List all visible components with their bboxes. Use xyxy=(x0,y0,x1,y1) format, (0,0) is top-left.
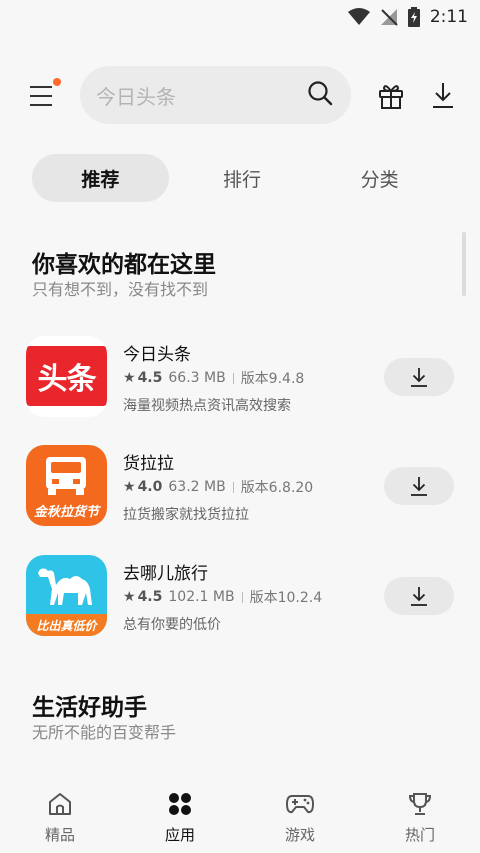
gamepad-icon xyxy=(286,790,314,818)
nav-label: 应用 xyxy=(164,826,195,844)
tab-categories[interactable]: 分类 xyxy=(311,154,448,202)
star-icon: ★ xyxy=(123,589,136,605)
app-description: 拉货搬家就找货拉拉 xyxy=(123,507,249,523)
qunar-app-icon[interactable]: 比出真低价 xyxy=(26,555,107,636)
battery-charging-icon xyxy=(407,7,420,27)
app-rating: 4.0 xyxy=(137,479,163,495)
download-button[interactable] xyxy=(384,467,454,505)
app-icon-text: 金秋拉货节 xyxy=(33,505,99,520)
gift-icon xyxy=(379,85,403,109)
nav-label: 热门 xyxy=(404,826,435,844)
tab-ranking[interactable]: 排行 xyxy=(173,154,312,202)
notification-dot xyxy=(53,78,61,86)
status-bar: 2:11 xyxy=(0,0,480,34)
app-description: 总有你要的低价 xyxy=(123,617,221,633)
download-icon xyxy=(411,587,427,606)
app-meta: ★ 4.0 63.2 MB 版本6.8.20 xyxy=(123,477,313,497)
nav-label: 游戏 xyxy=(284,826,315,844)
apps-grid-icon xyxy=(166,790,194,818)
download-button[interactable] xyxy=(384,358,454,396)
app-version: 版本9.4.8 xyxy=(240,371,305,387)
tab-recommended[interactable]: 推荐 xyxy=(32,154,169,202)
app-version: 版本6.8.20 xyxy=(240,480,314,496)
scrollbar[interactable] xyxy=(462,232,466,296)
app-size: 63.2 MB xyxy=(168,479,226,495)
nav-label: 精品 xyxy=(44,826,75,844)
search-placeholder: 今日头条 xyxy=(96,84,176,109)
search-icon[interactable] xyxy=(307,80,333,110)
app-name: 货拉拉 xyxy=(123,454,174,474)
bottom-navigation: 精品 应用 游戏 热门 xyxy=(0,780,480,853)
app-rating: 4.5 xyxy=(137,370,163,386)
app-meta: ★ 4.5 102.1 MB 版本10.2.4 xyxy=(123,587,322,607)
app-meta: ★ 4.5 66.3 MB 版本9.4.8 xyxy=(123,368,304,388)
app-size: 66.3 MB xyxy=(168,370,226,386)
list-item[interactable]: 比出真低价 去哪儿旅行 ★ 4.5 102.1 MB 版本10.2.4 总有你要… xyxy=(26,555,454,637)
list-item[interactable]: 金秋拉货节 货拉拉 ★ 4.0 63.2 MB 版本6.8.20 拉货搬家就找货… xyxy=(26,445,454,527)
gift-button[interactable] xyxy=(376,80,406,110)
nav-item-featured[interactable]: 精品 xyxy=(0,780,120,853)
menu-button[interactable] xyxy=(26,78,61,110)
divider xyxy=(232,372,234,384)
app-icon-text: 比出真低价 xyxy=(36,618,97,633)
search-bar[interactable]: 今日头条 xyxy=(80,66,351,124)
nav-item-hot[interactable]: 热门 xyxy=(360,780,480,853)
wifi-icon xyxy=(347,8,370,26)
app-rating: 4.5 xyxy=(137,589,163,605)
section-title: 你喜欢的都在这里 xyxy=(32,252,216,278)
home-icon xyxy=(46,790,74,818)
download-button[interactable] xyxy=(384,577,454,615)
divider xyxy=(232,481,234,493)
section-title: 生活好助手 xyxy=(32,695,147,721)
app-icon-text: 头条 xyxy=(37,362,97,397)
top-toolbar: 今日头条 xyxy=(0,66,480,126)
app-name: 今日头条 xyxy=(123,345,191,365)
download-icon xyxy=(433,83,453,108)
star-icon: ★ xyxy=(123,479,136,495)
huolala-app-icon[interactable]: 金秋拉货节 xyxy=(26,445,107,526)
section-subtitle: 无所不能的百变帮手 xyxy=(32,723,177,742)
list-item[interactable]: 头条 今日头条 ★ 4.5 66.3 MB 版本9.4.8 海量视频热点资讯高效… xyxy=(26,336,454,418)
star-icon: ★ xyxy=(123,370,136,386)
app-size: 102.1 MB xyxy=(168,589,235,605)
trophy-icon xyxy=(406,790,434,818)
app-description: 海量视频热点资讯高效搜索 xyxy=(123,398,291,414)
app-version: 版本10.2.4 xyxy=(249,590,323,606)
toutiao-app-icon[interactable]: 头条 xyxy=(26,336,107,417)
divider xyxy=(241,591,243,603)
nav-item-games[interactable]: 游戏 xyxy=(240,780,360,853)
app-name: 去哪儿旅行 xyxy=(123,564,208,584)
download-icon xyxy=(411,477,427,496)
nav-item-apps[interactable]: 应用 xyxy=(120,780,240,853)
category-tabs: 推荐 排行 分类 xyxy=(32,154,448,202)
downloads-button[interactable] xyxy=(428,80,458,110)
camel-icon xyxy=(38,568,92,605)
no-signal-icon xyxy=(380,8,398,26)
section-subtitle: 只有想不到，没有找不到 xyxy=(32,280,209,299)
hamburger-menu-icon xyxy=(30,86,52,106)
download-icon xyxy=(411,368,427,387)
clock: 2:11 xyxy=(429,7,468,27)
